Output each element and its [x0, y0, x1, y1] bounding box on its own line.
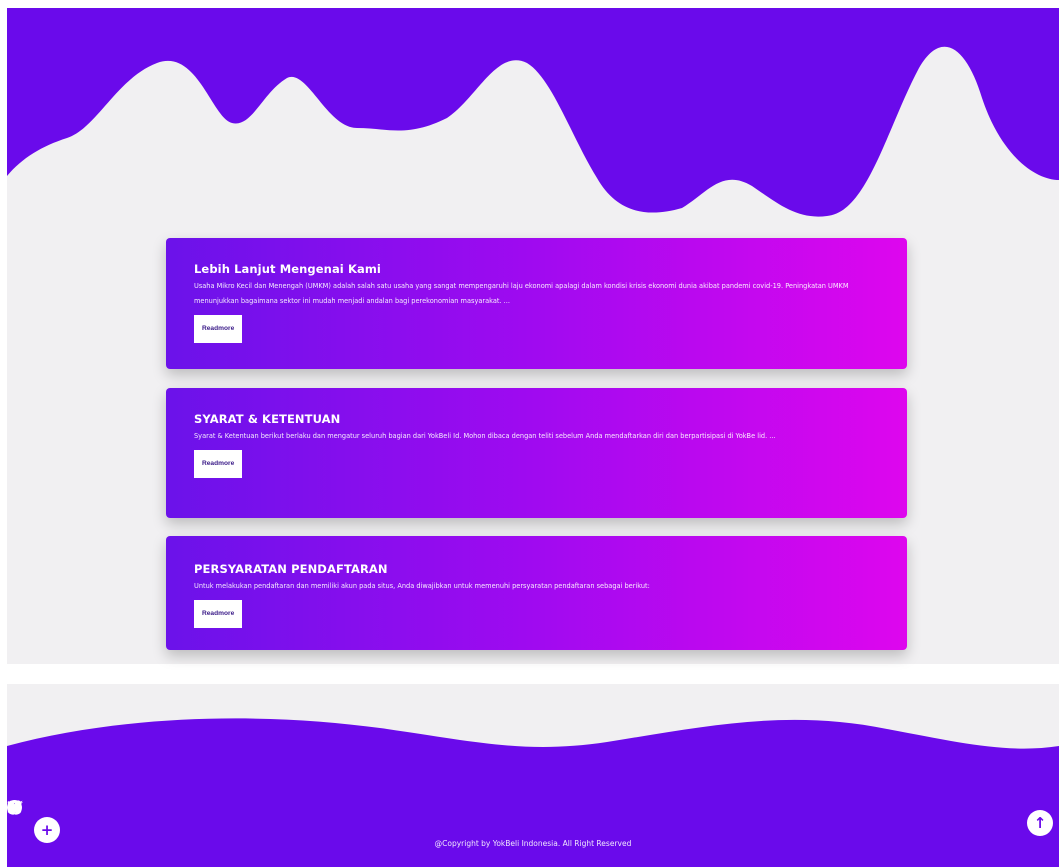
plus-icon: +	[40, 821, 54, 839]
add-button[interactable]: +	[34, 817, 60, 843]
card-terms: SYARAT & KETENTUAN Syarat & Ketentuan be…	[166, 388, 907, 518]
card-about: Lebih Lanjut Mengenai Kami Usaha Mikro K…	[166, 238, 907, 369]
card-registration: PERSYARATAN PENDAFTARAN Untuk melakukan …	[166, 536, 907, 650]
card-text: Usaha Mikro Kecil dan Menengah (UMKM) ad…	[194, 282, 849, 305]
footer: @Copyright by YokBeli Indonesia. All Rig…	[7, 684, 1059, 867]
card-text: Untuk melakukan pendaftaran dan memiliki…	[194, 582, 650, 590]
copyright-text: @Copyright by YokBeli Indonesia. All Rig…	[434, 839, 632, 848]
readmore-button[interactable]: Readmore	[194, 315, 243, 343]
readmore-button[interactable]: Readmore	[194, 450, 243, 478]
scroll-to-top-button[interactable]: ↑	[1027, 810, 1053, 836]
readmore-button[interactable]: Readmore	[194, 600, 243, 628]
card-text: Syarat & Ketentuan berikut berlaku dan m…	[194, 432, 776, 440]
arrow-up-icon: ↑	[1033, 814, 1047, 832]
card-title: PERSYARATAN PENDAFTARAN	[194, 562, 388, 576]
social-links	[7, 800, 1059, 819]
card-title: Lebih Lanjut Mengenai Kami	[194, 262, 381, 276]
card-title: SYARAT & KETENTUAN	[194, 412, 341, 426]
